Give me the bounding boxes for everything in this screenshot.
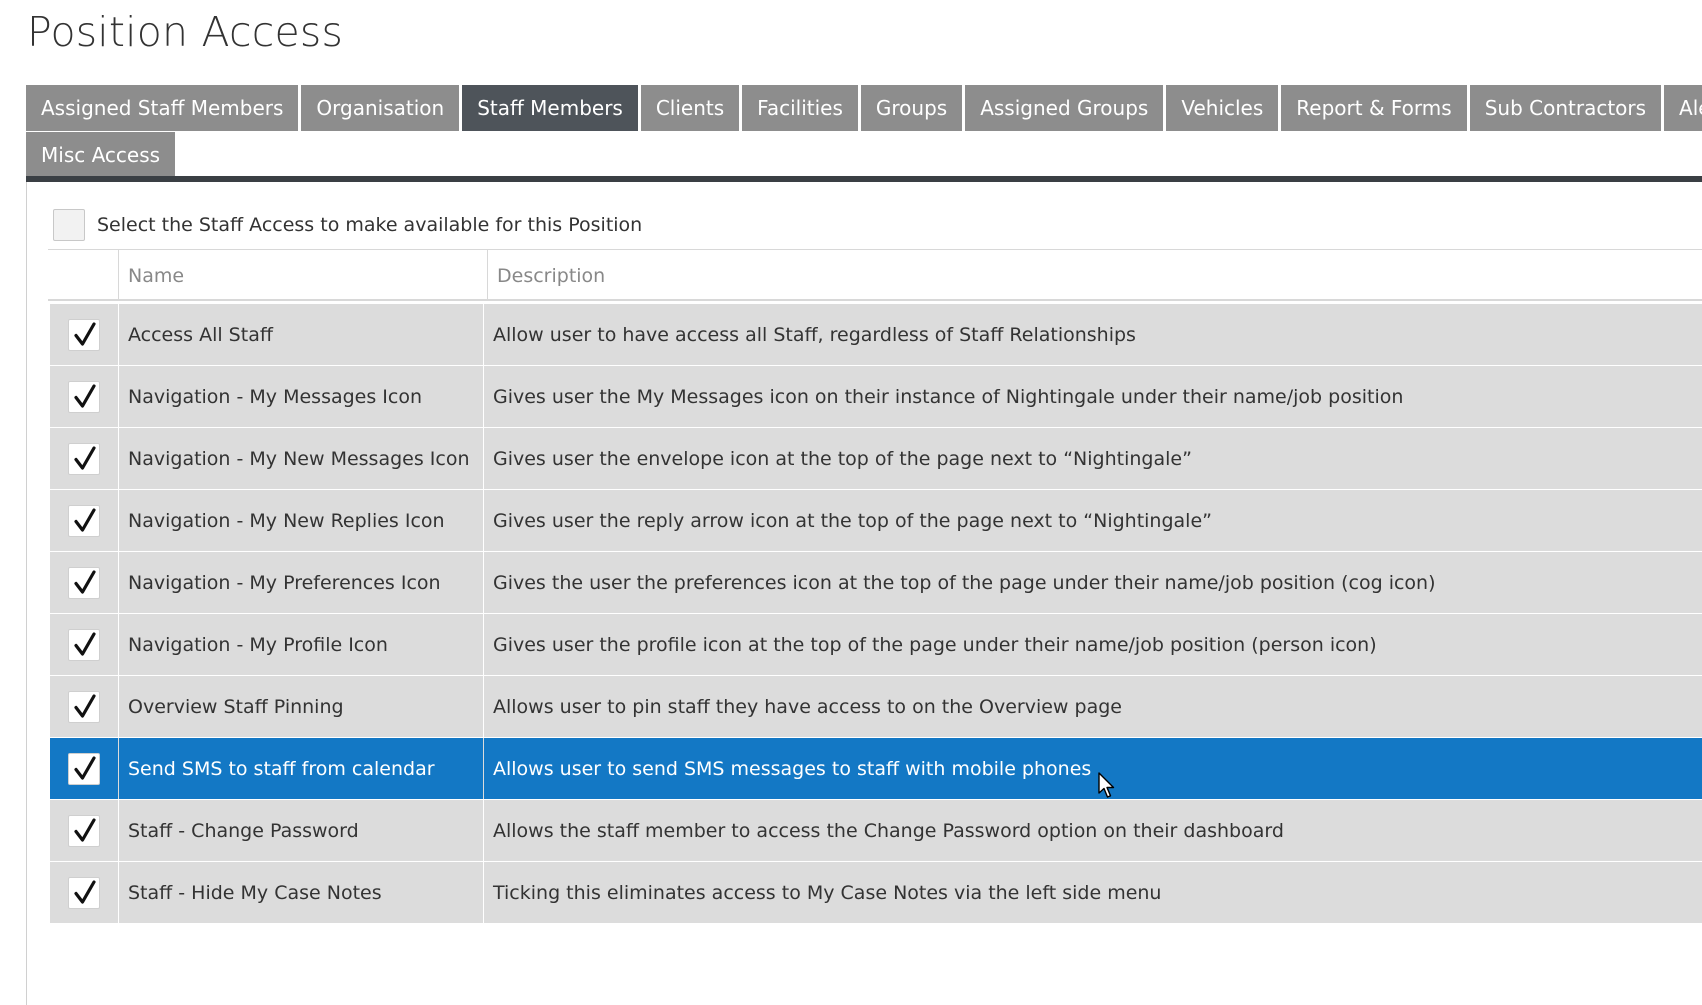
row-checkbox[interactable] (68, 380, 100, 413)
tab-bar: Assigned Staff Members Organisation Staff … (26, 85, 1702, 179)
table-row[interactable]: Send SMS to staff from calendar Allows us… (50, 738, 1702, 800)
row-description: Gives user the reply arrow icon at the t… (493, 510, 1212, 532)
row-checkbox[interactable] (68, 752, 100, 785)
tab-misc-access[interactable]: Misc Access (26, 132, 176, 178)
grid-header: Name Description (48, 249, 1702, 301)
header-name[interactable]: Name (119, 250, 488, 299)
table-row[interactable]: Navigation - My New Replies Icon Gives us… (50, 490, 1702, 552)
table-row[interactable]: Navigation - My Profile Icon Gives user t… (50, 614, 1702, 676)
row-checkbox[interactable] (68, 504, 100, 537)
row-description: Gives user the envelope icon at the top … (493, 448, 1192, 470)
check-cell (50, 800, 119, 861)
checkmark-icon (74, 569, 96, 594)
check-cell (50, 552, 119, 613)
tab-assigned-groups[interactable]: Assigned Groups (965, 85, 1164, 131)
checkmark-icon (74, 817, 96, 842)
tab-row: Misc Access (26, 132, 1702, 178)
row-description: Gives user the My Messages icon on their… (493, 386, 1404, 408)
row-checkbox[interactable] (68, 442, 100, 475)
row-name: Navigation - My Messages Icon (119, 366, 484, 427)
row-name: Staff - Hide My Case Notes (119, 862, 484, 923)
checkmark-icon (74, 879, 96, 904)
row-description: Gives user the profile icon at the top o… (493, 634, 1377, 656)
check-cell (50, 676, 119, 737)
table-row[interactable]: Staff - Change Password Allows the staff … (50, 800, 1702, 862)
check-cell (50, 738, 119, 799)
checkmark-icon (74, 693, 96, 718)
row-checkbox[interactable] (68, 628, 100, 661)
tab-row: Assigned Staff Members Organisation Staff … (26, 85, 1702, 131)
row-name: Navigation - My New Replies Icon (119, 490, 484, 551)
tab-facilities[interactable]: Facilities (742, 85, 858, 131)
check-cell (50, 366, 119, 427)
row-name: Navigation - My Preferences Icon (119, 552, 484, 613)
access-grid: Name Description Access All Staff Allow u… (48, 249, 1702, 924)
checkmark-icon (74, 383, 96, 408)
header-check[interactable] (48, 250, 119, 299)
row-name: Overview Staff Pinning (119, 676, 484, 737)
row-name: Staff - Change Password (119, 800, 484, 861)
check-cell (50, 428, 119, 489)
check-cell (50, 614, 119, 675)
check-cell (50, 304, 119, 365)
table-row[interactable]: Access All Staff Allow user to have acces… (50, 304, 1702, 366)
mouse-pointer-icon (1098, 772, 1115, 798)
checkmark-icon (74, 631, 96, 656)
check-cell (50, 862, 119, 923)
table-row[interactable]: Navigation - My Messages Icon Gives user … (50, 366, 1702, 428)
page-title: Position Access (27, 8, 344, 56)
select-all-checkbox[interactable] (53, 209, 85, 241)
tab-alerts[interactable]: Alerts (1664, 85, 1702, 131)
row-checkbox[interactable] (68, 814, 100, 847)
tab-underline (26, 176, 1702, 182)
row-description: Ticking this eliminates access to My Cas… (493, 882, 1162, 904)
row-description: Allows user to send SMS messages to staf… (493, 758, 1092, 780)
table-row[interactable]: Staff - Hide My Case Notes Ticking this e… (50, 862, 1702, 924)
select-all: Select the Staff Access to make availabl… (53, 209, 642, 241)
checkmark-icon (74, 445, 96, 470)
tab-assigned-staff-members[interactable]: Assigned Staff Members (26, 85, 299, 131)
row-description: Allows the staff member to access the Ch… (493, 820, 1284, 842)
content-border (26, 182, 27, 1005)
row-checkbox[interactable] (68, 566, 100, 599)
tab-vehicles[interactable]: Vehicles (1166, 85, 1279, 131)
row-description: Gives the user the preferences icon at t… (493, 572, 1436, 594)
tab-sub-contractors[interactable]: Sub Contractors (1469, 85, 1662, 131)
row-name: Access All Staff (119, 304, 484, 365)
header-description[interactable]: Description (488, 250, 1702, 299)
row-checkbox[interactable] (68, 876, 100, 909)
checkmark-icon (74, 755, 96, 780)
tab-groups[interactable]: Groups (860, 85, 963, 131)
row-name: Send SMS to staff from calendar (119, 738, 484, 799)
row-description: Allow user to have access all Staff, reg… (493, 324, 1136, 346)
row-description: Allows user to pin staff they have acces… (493, 696, 1122, 718)
table-row[interactable]: Navigation - My Preferences Icon Gives th… (50, 552, 1702, 614)
check-cell (50, 490, 119, 551)
row-checkbox[interactable] (68, 318, 100, 351)
checkmark-icon (74, 321, 96, 346)
select-all-label: Select the Staff Access to make availabl… (97, 214, 643, 236)
checkmark-icon (74, 507, 96, 532)
tab-clients[interactable]: Clients (640, 85, 740, 131)
tab-organisation[interactable]: Organisation (301, 85, 460, 131)
tab-staff-members[interactable]: Staff Members (462, 85, 638, 131)
grid-body: Access All Staff Allow user to have acces… (48, 304, 1702, 924)
table-row[interactable]: Navigation - My New Messages Icon Gives u… (50, 428, 1702, 490)
row-name: Navigation - My Profile Icon (119, 614, 484, 675)
row-checkbox[interactable] (68, 690, 100, 723)
table-row[interactable]: Overview Staff Pinning Allows user to pin… (50, 676, 1702, 738)
tab-report-forms[interactable]: Report & Forms (1281, 85, 1467, 131)
row-name: Navigation - My New Messages Icon (119, 428, 484, 489)
